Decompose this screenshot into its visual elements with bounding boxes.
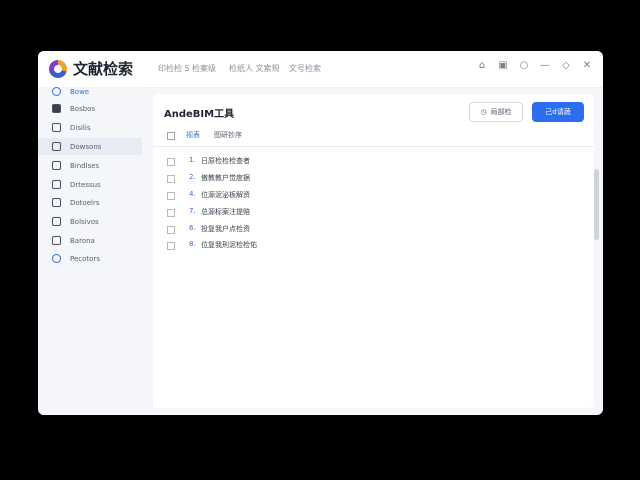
row-text: 总源标案注提赔 — [201, 208, 250, 216]
sidebar-item-label: Dowsons — [70, 142, 102, 151]
sidebar-item-5[interactable]: Drtessus — [38, 176, 142, 193]
main-card: AndeBIM工具 ◷ 局部检 己d请蔬 视表 图研钞序 1. 日原检检检查者 … — [153, 94, 594, 408]
doc-icon — [52, 123, 61, 132]
page-title: AndeBIM工具 — [164, 109, 235, 120]
tag-icon — [52, 236, 61, 245]
row-text: 位复我刑泥检检佑 — [201, 241, 257, 249]
topnav-item-4[interactable]: 文号检索 — [289, 63, 321, 74]
minimize-icon[interactable]: — — [539, 60, 551, 72]
sidebar-item-1[interactable]: Bosbos — [38, 100, 142, 117]
list-item[interactable]: 1. 日原检检检查者 — [153, 153, 594, 170]
sidebar-item-4[interactable]: Bindlses — [38, 157, 142, 174]
list-item[interactable]: 8. 位复我刑泥检检佑 — [153, 237, 594, 254]
sidebar-item-label: Bowe — [70, 87, 90, 96]
folder-icon — [52, 180, 61, 189]
sidebar-item-label: Dotoelrs — [70, 198, 100, 207]
row-checkbox[interactable] — [167, 209, 175, 217]
tab-view[interactable]: 视表 — [186, 130, 200, 140]
row-checkbox[interactable] — [167, 175, 175, 183]
app-title: 文献检索 — [73, 60, 134, 78]
select-all-checkbox[interactable] — [167, 132, 175, 140]
sidebar-item-label: Bindlses — [70, 161, 100, 170]
topnav-item-2[interactable]: 检案级 — [192, 63, 216, 74]
row-text: 位源泥泌板解资 — [201, 191, 250, 199]
sidebar-item-3[interactable]: Dowsons — [38, 138, 142, 155]
row-text: 傲教教户觉度据 — [201, 174, 250, 182]
sidebar-item-label: Drtessus — [70, 180, 101, 189]
window-icon[interactable]: ▣ — [497, 60, 509, 72]
image-icon — [52, 104, 61, 113]
user-icon — [52, 254, 61, 263]
sidebar-item-0[interactable]: Bowe — [38, 83, 142, 100]
secondary-button[interactable]: ◷ 局部检 — [469, 102, 523, 122]
row-checkbox[interactable] — [167, 158, 175, 166]
home-icon[interactable]: ⌂ — [476, 60, 488, 72]
sidebar-item-7[interactable]: Bolsivos — [38, 213, 142, 230]
clock-icon: ◷ — [480, 108, 487, 116]
sidebar-item-label: Barona — [70, 236, 95, 245]
sidebar-item-9[interactable]: Pecotors — [38, 250, 142, 267]
sidebar-item-6[interactable]: Dotoelrs — [38, 194, 142, 211]
sidebar-item-label: Bosbos — [70, 104, 96, 113]
primary-button[interactable]: 己d请蔬 — [532, 102, 584, 122]
window-controls: ⌂ ▣ ○ — ◇ ✕ — [476, 60, 593, 72]
app-logo-icon — [49, 60, 67, 78]
search-icon[interactable]: ○ — [518, 60, 530, 72]
sidebar-item-label: Bolsivos — [70, 217, 99, 226]
file-icon — [52, 142, 61, 151]
row-number: 4. — [189, 190, 196, 198]
tab-bar: 视表 图研钞序 — [153, 128, 594, 147]
row-text: 投复我户点检资 — [201, 225, 250, 233]
list-icon — [52, 217, 61, 226]
sidebar-item-label: Pecotors — [70, 254, 100, 263]
row-checkbox[interactable] — [167, 242, 175, 250]
sidebar-item-2[interactable]: Disilis — [38, 119, 142, 136]
list-item[interactable]: 6. 投复我户点检资 — [153, 221, 594, 238]
row-number: 7. — [189, 207, 196, 215]
scrollbar[interactable] — [594, 169, 599, 240]
row-number: 2. — [189, 173, 196, 181]
list-item[interactable]: 7. 总源标案注提赔 — [153, 204, 594, 221]
row-number: 8. — [189, 240, 196, 248]
secondary-button-label: 局部检 — [490, 108, 512, 116]
app-window: 文献检索 印检检 5 检案级 检纸人 文索规 文号检索 ⌂ ▣ ○ — ◇ ✕ … — [38, 51, 603, 415]
restore-icon[interactable]: ◇ — [560, 60, 572, 72]
sidebar: Bowe Bosbos Disilis Dowsons Bindlses Drt… — [38, 87, 144, 415]
book-icon — [52, 161, 61, 170]
sidebar-item-8[interactable]: Barona — [38, 232, 142, 249]
close-icon[interactable]: ✕ — [581, 60, 593, 72]
list-item[interactable]: 2. 傲教教户觉度据 — [153, 170, 594, 187]
list-item[interactable]: 4. 位源泥泌板解资 — [153, 187, 594, 204]
globe-icon — [52, 87, 61, 96]
row-number: 6. — [189, 224, 196, 232]
row-checkbox[interactable] — [167, 192, 175, 200]
topnav-item-1[interactable]: 印检检 5 — [158, 63, 190, 74]
row-number: 1. — [189, 156, 196, 164]
row-checkbox[interactable] — [167, 226, 175, 234]
topnav-item-3[interactable]: 检纸人 文索规 — [229, 63, 280, 74]
row-text: 日原检检检查者 — [201, 157, 250, 165]
tab-sort[interactable]: 图研钞序 — [214, 130, 242, 140]
note-icon — [52, 198, 61, 207]
sidebar-item-label: Disilis — [70, 123, 91, 132]
